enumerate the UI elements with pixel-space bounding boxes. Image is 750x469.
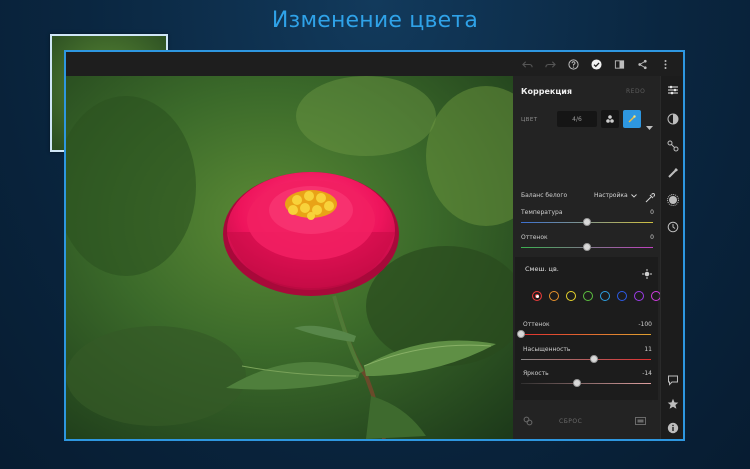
photo-canvas[interactable]: [66, 76, 513, 439]
color-mix-title: Смеш. цв.: [525, 265, 559, 273]
slider-knob[interactable]: [583, 243, 591, 251]
panel-footer: СБРОС: [513, 403, 660, 439]
mix-slider-track[interactable]: [521, 359, 651, 360]
edit-panel: Коррекция REDO ЦВЕТ 4/6 Баланс белого На…: [513, 76, 661, 439]
mix-slider-label: Насыщенность: [523, 346, 571, 353]
slider-knob[interactable]: [583, 218, 591, 226]
redo-button[interactable]: REDO: [626, 88, 645, 95]
profile-label: ЦВЕТ: [521, 117, 538, 123]
tool-rail: [660, 76, 683, 439]
more-icon[interactable]: [654, 52, 677, 76]
before-after-icon[interactable]: [635, 417, 646, 427]
sliders-icon[interactable]: [665, 82, 680, 97]
eyedropper-icon[interactable]: [644, 189, 656, 208]
selected-dot: [535, 294, 539, 298]
white-balance-label: Баланс белого: [521, 192, 568, 199]
redo-icon[interactable]: [539, 52, 562, 76]
color-swatch[interactable]: [617, 291, 627, 301]
comment-icon[interactable]: [665, 372, 680, 387]
chevron-down-icon[interactable]: [646, 116, 653, 135]
chevron-down-icon: [630, 193, 637, 198]
flower-photo: [66, 76, 513, 439]
color-swatch[interactable]: [634, 291, 644, 301]
panel-title: Коррекция: [521, 87, 573, 96]
lightroom-app-window: Коррекция REDO ЦВЕТ 4/6 Баланс белого На…: [64, 50, 685, 441]
auto-button[interactable]: [623, 110, 641, 128]
brush-icon[interactable]: [665, 165, 680, 180]
undo-icon[interactable]: [516, 52, 539, 76]
star-icon[interactable]: [665, 396, 680, 411]
page-headline: Изменение цвета: [271, 8, 479, 33]
color-mix-icon[interactable]: [665, 111, 680, 126]
history-icon[interactable]: [665, 219, 680, 234]
white-balance-dropdown[interactable]: Настройка: [594, 192, 637, 199]
circles-icon: [606, 115, 614, 123]
mix-slider-value: -100: [638, 321, 652, 328]
color-mix-card: Смеш. цв. Оттенок -100 Насыщенность 11 Яркос…: [515, 257, 661, 400]
slider-label: Температура: [521, 209, 563, 216]
help-icon[interactable]: [562, 52, 585, 76]
done-icon[interactable]: [585, 52, 608, 76]
mix-slider-value: 11: [644, 346, 652, 353]
color-swatch[interactable]: [583, 291, 593, 301]
color-swatch[interactable]: [566, 291, 576, 301]
presets-icon[interactable]: [665, 192, 680, 207]
profile-value[interactable]: 4/6: [557, 111, 597, 127]
healing-icon[interactable]: [665, 138, 680, 153]
slider-label: Оттенок: [521, 234, 548, 241]
reset-button[interactable]: СБРОС: [559, 418, 582, 425]
mix-slider-label: Яркость: [523, 370, 549, 377]
slider-value: 0: [650, 234, 654, 241]
color-swatch[interactable]: [600, 291, 610, 301]
auto-wand-icon: [628, 115, 636, 123]
mix-slider-label: Оттенок: [523, 321, 550, 328]
top-toolbar: [66, 52, 683, 76]
color-swatch[interactable]: [549, 291, 559, 301]
mix-slider-knob[interactable]: [517, 330, 525, 338]
profile-browser-button[interactable]: [601, 110, 619, 128]
compare-icon[interactable]: [608, 52, 631, 76]
slider-value: 0: [650, 209, 654, 216]
share-icon[interactable]: [631, 52, 654, 76]
white-balance-value: Настройка: [594, 192, 628, 199]
color-swatch[interactable]: [532, 291, 542, 301]
info-icon[interactable]: [665, 420, 680, 435]
target-adjust-icon[interactable]: [642, 264, 652, 283]
mix-slider-track[interactable]: [521, 383, 651, 384]
mix-slider-knob[interactable]: [572, 379, 581, 387]
presets-stack-icon[interactable]: [523, 416, 533, 428]
mix-slider-value: -14: [642, 370, 652, 377]
mix-slider-track[interactable]: [521, 334, 651, 335]
mix-slider-knob[interactable]: [589, 355, 598, 363]
